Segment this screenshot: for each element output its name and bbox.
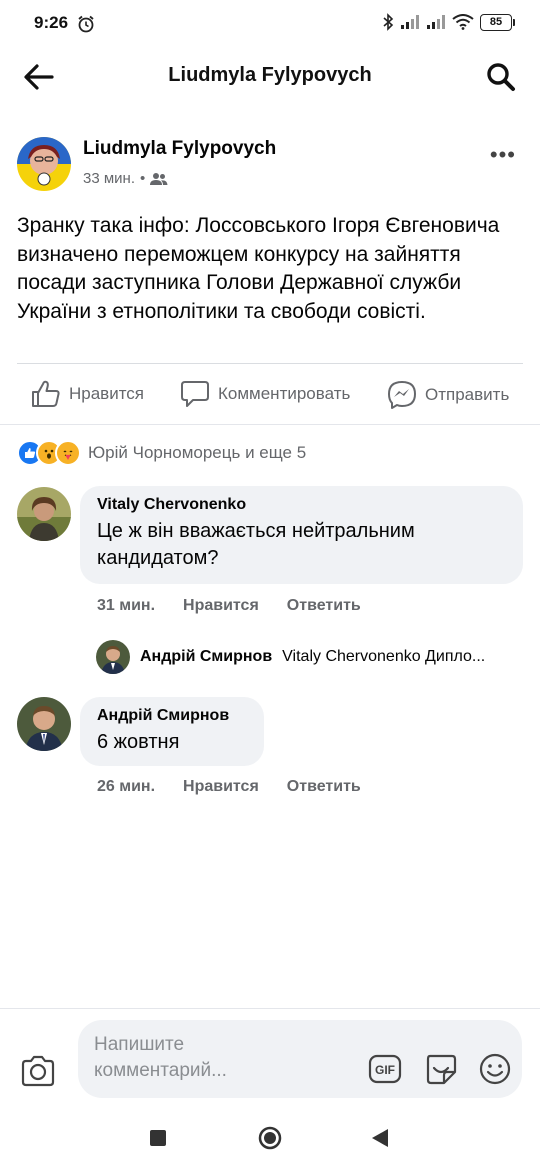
care-reaction-icon: [55, 440, 81, 466]
signal-icon: [427, 15, 445, 29]
post-text: Зранку така інфо: Лоссовського Ігоря Євг…: [17, 214, 500, 323]
triangle-back-icon: [372, 1129, 388, 1147]
like-label: Нравится: [69, 384, 145, 403]
home-button[interactable]: [258, 1126, 282, 1155]
gif-button[interactable]: GIF: [368, 1054, 402, 1089]
comment-button[interactable]: Комментировать: [180, 380, 350, 408]
bluetooth-icon: [383, 13, 394, 31]
comment-time: 31 мин.: [97, 597, 156, 614]
back-nav-button[interactable]: [372, 1129, 388, 1152]
recents-button[interactable]: [150, 1130, 166, 1151]
more-options-button[interactable]: •••: [490, 142, 516, 168]
post-actions: Нравится Комментировать Отправить: [0, 372, 540, 416]
gif-label: GIF: [375, 1063, 395, 1077]
status-icons: 85: [382, 13, 515, 31]
search-icon: [487, 63, 515, 91]
reply-avatar: [96, 640, 130, 674]
alarm-icon: [76, 14, 96, 39]
comment-author[interactable]: Андрій Смирнов: [97, 707, 247, 725]
comment-text: 6 жовтня: [97, 731, 180, 753]
avatar-image: [17, 697, 71, 751]
share-button[interactable]: Отправить: [387, 380, 509, 410]
divider: [17, 363, 523, 364]
reactions-summary[interactable]: Юрій Чорноморець и еще 5: [17, 440, 306, 466]
comment-reply-button[interactable]: Ответить: [287, 597, 361, 615]
comment-bubble: Андрій Смирнов 6 жовтня: [80, 697, 264, 766]
status-bar: 9:26 85: [0, 0, 540, 50]
like-button[interactable]: Нравится: [31, 380, 144, 408]
reply-text: Vitaly Chervonenko Дипло...: [282, 648, 486, 665]
camera-button[interactable]: [20, 1055, 56, 1092]
comment-text: Це ж він вважається нейтральним кандидат…: [97, 520, 415, 569]
gif-icon: GIF: [368, 1054, 402, 1084]
post-meta: 33 мин. •: [83, 170, 168, 187]
reply-preview[interactable]: Андрій Смирнов Vitaly Chervonenko Дипло.…: [96, 640, 526, 674]
messenger-icon: [388, 381, 416, 409]
comment-icon: [181, 381, 209, 407]
search-button[interactable]: [484, 60, 518, 94]
battery-icon: 85: [480, 13, 515, 31]
meta-separator: •: [140, 170, 146, 187]
comment-time: 26 мин.: [97, 778, 156, 795]
commenter-avatar[interactable]: [17, 487, 71, 541]
comment-author[interactable]: Vitaly Chervonenko: [97, 496, 506, 514]
avatar-image: [17, 137, 71, 191]
comment-like-button[interactable]: Нравится: [183, 778, 259, 796]
circle-icon: [258, 1126, 282, 1150]
sticker-button[interactable]: [424, 1052, 458, 1091]
reactions-text: Юрій Чорноморець и еще 5: [88, 443, 307, 462]
page-title: Liudmyla Fylypovych: [168, 64, 372, 86]
signal-icon: [401, 15, 419, 29]
divider: [0, 424, 540, 425]
author-avatar[interactable]: [17, 137, 71, 191]
sticker-icon: [426, 1054, 457, 1085]
comment-reply-button[interactable]: Ответить: [287, 778, 361, 796]
post-author-name[interactable]: Liudmyla Fylypovych: [83, 138, 276, 160]
system-nav-bar: [0, 1108, 540, 1170]
comment-input[interactable]: Напишите комментарий... GIF: [78, 1020, 522, 1098]
reply-author: Андрій Смирнов: [140, 648, 273, 665]
comment-like-button[interactable]: Нравится: [183, 597, 259, 615]
emoji-icon: [479, 1053, 511, 1085]
commenter-avatar[interactable]: [17, 697, 71, 751]
square-icon: [150, 1130, 166, 1146]
comment-label: Комментировать: [218, 384, 351, 403]
status-time: 9:26: [34, 13, 69, 32]
emoji-button[interactable]: [478, 1052, 512, 1091]
friends-icon: [150, 172, 168, 185]
comment-composer: Напишите комментарий... GIF: [0, 1008, 540, 1109]
camera-icon: [21, 1055, 55, 1087]
post-time[interactable]: 33 мин.: [83, 170, 135, 187]
share-label: Отправить: [425, 385, 510, 404]
comment-bubble: Vitaly Chervonenko Це ж він вважається н…: [80, 486, 523, 584]
wifi-icon: [452, 14, 474, 30]
avatar-image: [17, 487, 71, 541]
comment-footer: 26 мин. Нравится Ответить: [97, 778, 361, 796]
comment-footer: 31 мин. Нравится Ответить: [97, 597, 361, 615]
comment-input-placeholder: Напишите комментарий...: [94, 1034, 227, 1081]
thumbs-up-icon: [32, 380, 60, 407]
top-bar: Liudmyla Fylypovych: [0, 52, 540, 102]
